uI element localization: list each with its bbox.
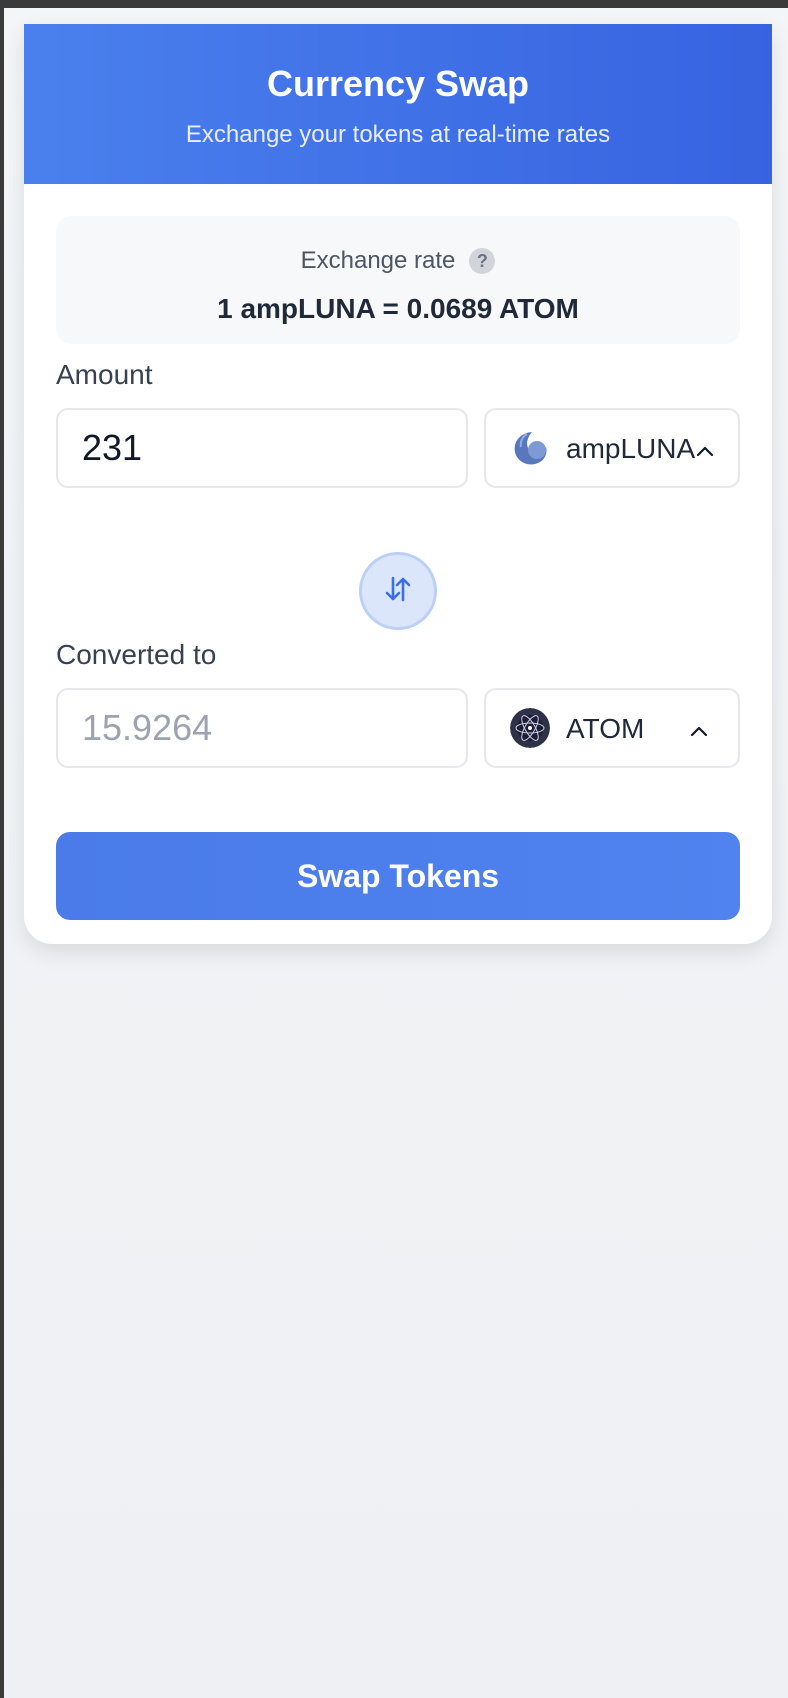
swap-vertical-arrows-icon bbox=[382, 573, 414, 610]
atom-token-icon bbox=[510, 708, 550, 748]
page-subtitle: Exchange your tokens at real-time rates bbox=[185, 121, 611, 148]
ampluna-token-icon bbox=[510, 428, 550, 468]
swap-direction-button[interactable] bbox=[359, 552, 437, 630]
chevron-up-icon bbox=[690, 724, 708, 737]
converted-amount-wrapper bbox=[56, 688, 468, 768]
swap-tokens-button[interactable]: Swap Tokens bbox=[56, 832, 740, 920]
chevron-up-icon bbox=[696, 444, 714, 457]
help-icon[interactable]: ? bbox=[469, 248, 496, 274]
app-viewport: Currency Swap Exchange your tokens at re… bbox=[4, 8, 788, 1698]
exchange-rate-label: Exchange rate bbox=[300, 247, 456, 274]
to-token-name: ATOM bbox=[566, 713, 645, 744]
exchange-rate-panel: Exchange rate ? 1 ampLUNA = 0.0689 ATOM bbox=[56, 216, 740, 344]
amount-input-wrapper bbox=[56, 408, 468, 488]
page-title: Currency Swap bbox=[266, 63, 530, 104]
from-token-select[interactable]: ampLUNA bbox=[484, 408, 740, 488]
from-token-name: ampLUNA bbox=[566, 433, 696, 464]
amount-label: Amount bbox=[56, 359, 153, 390]
exchange-rate-value: 1 ampLUNA = 0.0689 ATOM bbox=[217, 293, 579, 324]
swap-card: Currency Swap Exchange your tokens at re… bbox=[24, 24, 772, 944]
amount-input[interactable] bbox=[58, 410, 466, 486]
converted-amount-field[interactable] bbox=[58, 690, 466, 766]
converted-to-label: Converted to bbox=[56, 639, 217, 670]
to-token-select[interactable]: ATOM bbox=[484, 688, 740, 768]
exchange-rate-label-row: Exchange rate ? bbox=[56, 246, 740, 276]
card-header: Currency Swap Exchange your tokens at re… bbox=[24, 24, 772, 184]
